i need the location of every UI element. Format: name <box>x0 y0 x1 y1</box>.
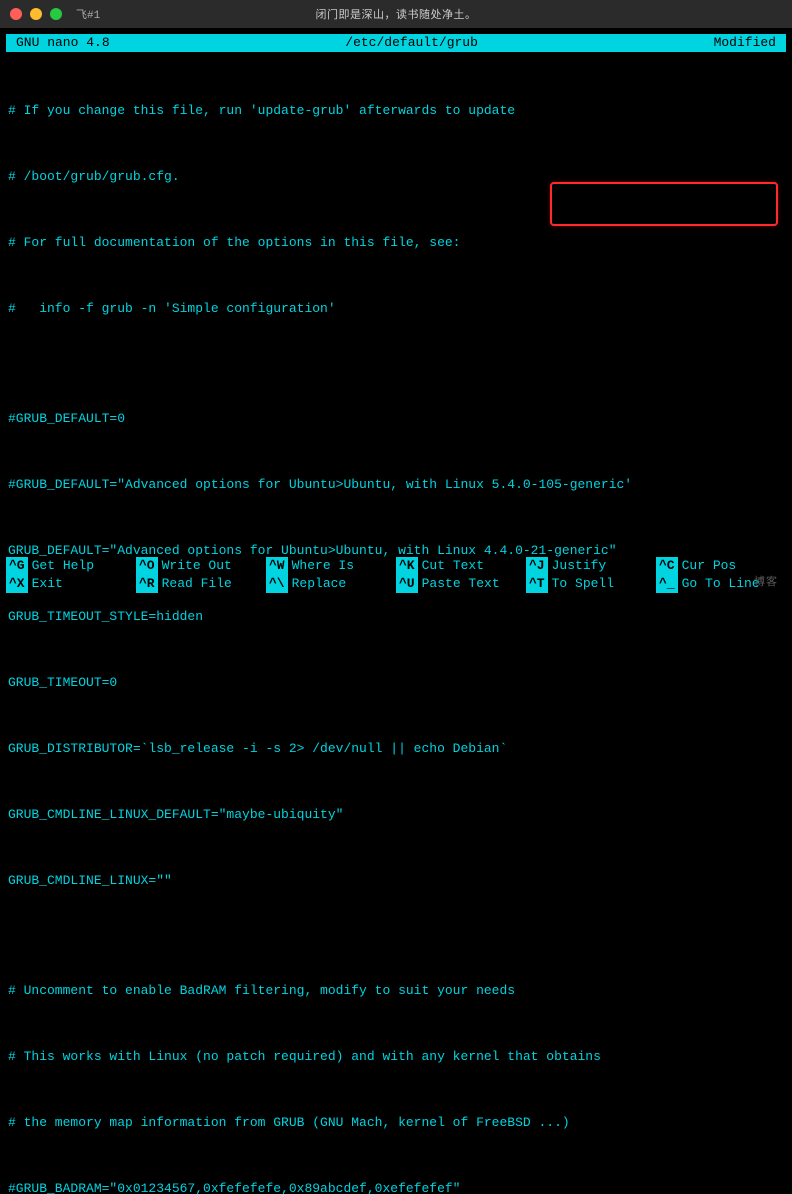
editor-line: GRUB_CMDLINE_LINUX_DEFAULT="maybe-ubiqui… <box>8 804 784 826</box>
editor-line: GRUB_TIMEOUT_STYLE=hidden <box>8 606 784 628</box>
nano-header: GNU nano 4.8 /etc/default/grub Modified <box>6 34 786 52</box>
key-label: ^K <box>396 557 418 575</box>
editor-line: #GRUB_BADRAM="0x01234567,0xfefefefe,0x89… <box>8 1178 784 1194</box>
watermark: 博客 <box>754 573 778 589</box>
shortcut-label: Cur Pos <box>682 557 737 575</box>
window-title: 闭门即是深山，读书随处净土。 <box>316 6 477 22</box>
editor-line: GRUB_TIMEOUT=0 <box>8 672 784 694</box>
nano-file-path: /etc/default/grub <box>110 34 714 52</box>
editor-line: GRUB_CMDLINE_LINUX="" <box>8 870 784 892</box>
key-label: ^G <box>6 557 28 575</box>
key-label: ^C <box>656 557 678 575</box>
editor-line: # If you change this file, run 'update-g… <box>8 100 784 122</box>
shortcut-justify[interactable]: ^J Justify <box>526 557 656 575</box>
editor-line: # info -f grub -n 'Simple configuration' <box>8 298 784 320</box>
shortcut-label: Cut Text <box>422 557 484 575</box>
shortcut-exit[interactable]: ^X Exit <box>6 575 136 593</box>
editor-line: # the memory map information from GRUB (… <box>8 1112 784 1134</box>
nano-status: Modified <box>714 34 782 52</box>
shortcut-cut-text[interactable]: ^K Cut Text <box>396 557 526 575</box>
shortcut-label: Exit <box>32 575 63 593</box>
editor-line: # For full documentation of the options … <box>8 232 784 254</box>
close-icon[interactable] <box>10 8 22 20</box>
key-label: ^R <box>136 575 158 593</box>
tab-label: 飞#1 <box>76 6 100 22</box>
shortcut-label: Justify <box>552 557 607 575</box>
key-label: ^_ <box>656 575 678 593</box>
shortcut-paste-text[interactable]: ^U Paste Text <box>396 575 526 593</box>
key-label: ^U <box>396 575 418 593</box>
shortcut-write-out[interactable]: ^O Write Out <box>136 557 266 575</box>
editor-area[interactable]: # If you change this file, run 'update-g… <box>0 54 792 1194</box>
maximize-icon[interactable] <box>50 8 62 20</box>
shortcut-label: To Spell <box>552 575 614 593</box>
shortcut-bar: ^G Get Help ^O Write Out ^W Where Is ^K … <box>6 557 786 593</box>
minimize-icon[interactable] <box>30 8 42 20</box>
shortcut-replace[interactable]: ^\ Replace <box>266 575 396 593</box>
shortcut-label: Go To Line <box>682 575 760 593</box>
key-label: ^O <box>136 557 158 575</box>
shortcut-where-is[interactable]: ^W Where Is <box>266 557 396 575</box>
shortcut-label: Write Out <box>162 557 232 575</box>
key-label: ^T <box>526 575 548 593</box>
editor-line: # This works with Linux (no patch requir… <box>8 1046 784 1068</box>
shortcut-label: Paste Text <box>422 575 500 593</box>
shortcut-label: Where Is <box>292 557 354 575</box>
key-label: ^X <box>6 575 28 593</box>
shortcut-label: Replace <box>292 575 347 593</box>
editor-line: #GRUB_DEFAULT="Advanced options for Ubun… <box>8 474 784 496</box>
editor-line: GRUB_DISTRIBUTOR=`lsb_release -i -s 2> /… <box>8 738 784 760</box>
editor-line: #GRUB_DEFAULT=0 <box>8 408 784 430</box>
shortcut-get-help[interactable]: ^G Get Help <box>6 557 136 575</box>
annotation-highlight <box>550 182 778 226</box>
key-label: ^\ <box>266 575 288 593</box>
editor-line: # Uncomment to enable BadRAM filtering, … <box>8 980 784 1002</box>
traffic-lights <box>10 8 62 20</box>
editor-line: # /boot/grub/grub.cfg. <box>8 166 784 188</box>
key-label: ^J <box>526 557 548 575</box>
nano-app-name: GNU nano 4.8 <box>10 34 110 52</box>
window-titlebar: 飞#1 闭门即是深山，读书随处净土。 <box>0 0 792 28</box>
shortcut-label: Get Help <box>32 557 94 575</box>
shortcut-label: Read File <box>162 575 232 593</box>
shortcut-read-file[interactable]: ^R Read File <box>136 575 266 593</box>
key-label: ^W <box>266 557 288 575</box>
shortcut-to-spell[interactable]: ^T To Spell <box>526 575 656 593</box>
